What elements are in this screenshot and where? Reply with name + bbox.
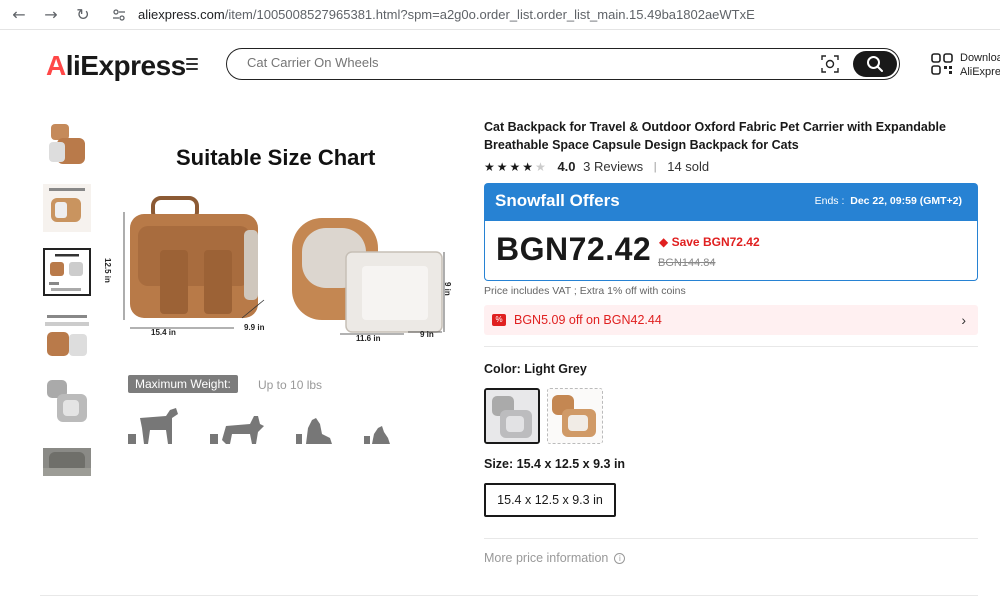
coupon-row[interactable]: % BGN5.09 off on BGN42.44 › <box>484 305 978 335</box>
thumbnail-backpack-image <box>49 124 85 164</box>
qr-code-icon[interactable] <box>931 53 953 75</box>
search-icon <box>867 56 883 72</box>
thumbnail-lifestyle-image <box>43 448 91 476</box>
offer-ends-value: Dec 22, 09:59 (GMT+2) <box>850 195 962 207</box>
thumbnail-4[interactable] <box>43 312 91 360</box>
vat-note: Price includes VAT ; Extra 1% off with c… <box>484 285 686 297</box>
download-line1: Download <box>960 52 1000 64</box>
browser-toolbar: ← → ↻ aliexpress.com/item/10050085279653… <box>0 0 1000 30</box>
cat-sitting-icon <box>306 418 332 444</box>
offer-ends-label: Ends : <box>814 195 845 207</box>
back-arrow-icon[interactable]: ← <box>8 4 30 26</box>
star-rating: ★ ★ ★ ★ ★ <box>484 159 548 174</box>
divider <box>40 595 978 596</box>
image-search-icon[interactable] <box>821 55 839 73</box>
rating-row: ★ ★ ★ ★ ★ 4.0 3 Reviews | 14 sold <box>484 158 709 176</box>
save-amount: Save BGN72.42 <box>671 235 760 249</box>
search-input[interactable] <box>247 55 747 70</box>
dimension-height-label: 12.5 in <box>103 258 112 283</box>
brown-backpack-swatch-image <box>548 389 602 443</box>
dimension-depth2-label: 9 in <box>420 330 434 339</box>
hamburger-menu-icon[interactable] <box>186 58 198 70</box>
grey-backpack-swatch-image <box>486 390 538 442</box>
star-filled-icon: ★ <box>484 160 495 175</box>
offer-ends: Ends : Dec 22, 09:59 (GMT+2) <box>815 195 962 207</box>
coupon-text: BGN5.09 off on BGN42.44 <box>514 313 662 327</box>
color-swatch-light-grey[interactable] <box>484 388 540 444</box>
star-filled-icon: ★ <box>509 160 521 175</box>
thumbnail-size-chart-image <box>45 250 89 294</box>
max-weight-label: Maximum Weight: <box>128 375 238 393</box>
thumbnail-features-image <box>43 184 91 232</box>
address-bar[interactable]: aliexpress.com/item/1005008527965381.htm… <box>138 7 755 22</box>
thumbnail-ventilation-image <box>43 312 91 360</box>
divider <box>484 538 978 539</box>
more-price-info-link[interactable]: More price information i <box>484 551 626 565</box>
current-price: BGN72.42 <box>496 231 652 267</box>
separator: | <box>653 160 657 173</box>
site-settings-icon[interactable] <box>112 8 126 22</box>
size-chart-title: Suitable Size Chart <box>176 145 376 170</box>
thumbnail-1[interactable] <box>43 120 91 168</box>
divider <box>484 346 978 347</box>
thumbnail-6[interactable] <box>43 448 91 476</box>
dog-icon <box>140 408 178 444</box>
reload-icon[interactable]: ↻ <box>72 4 94 26</box>
more-price-info-text: More price information <box>484 551 609 565</box>
dimension-width-label: 15.4 in <box>151 328 176 337</box>
reviews-link[interactable]: 3 Reviews <box>583 159 643 174</box>
color-swatch-brown[interactable] <box>547 388 603 444</box>
download-line2: AliExpre <box>960 66 1000 78</box>
url-path: /item/1005008527965381.html?spm=a2g0o.or… <box>224 7 755 22</box>
size-option-button[interactable]: 15.4 x 12.5 x 9.3 in <box>484 483 616 517</box>
dimension-depth-label: 9.9 in <box>244 323 265 332</box>
kitten-icon <box>372 426 390 444</box>
info-icon: i <box>614 553 626 564</box>
search-button[interactable] <box>853 51 897 77</box>
offer-banner: Snowfall Offers Ends : Dec 22, 09:59 (GM… <box>484 183 978 221</box>
rating-value: 4.0 <box>557 159 576 175</box>
coupon-icon: % <box>492 314 506 326</box>
price-box: BGN72.42 ◆ Save BGN72.42 BGN144.84 <box>484 221 978 281</box>
search-bar <box>226 48 900 80</box>
download-app-link[interactable]: Download AliExpre <box>960 51 1000 79</box>
thumbnail-2[interactable] <box>43 184 91 232</box>
pet-size-icons <box>128 408 390 444</box>
star-empty-icon: ★ <box>535 160 546 175</box>
product-title: Cat Backpack for Travel & Outdoor Oxford… <box>484 120 946 152</box>
save-badge: ◆ Save BGN72.42 <box>659 235 760 249</box>
dimension-width2-label: 11.6 in <box>356 334 381 343</box>
star-filled-icon: ★ <box>522 160 534 175</box>
logo-prefix: A <box>46 50 66 81</box>
thumbnail-grey-backpack-image <box>47 380 87 422</box>
star-filled-icon: ★ <box>496 160 508 175</box>
url-host: aliexpress.com <box>138 7 225 22</box>
color-label: Color: Light Grey <box>484 362 587 376</box>
aliexpress-logo[interactable]: AliExpress <box>46 50 186 82</box>
cat-icon <box>222 416 264 444</box>
offer-title: Snowfall Offers <box>495 191 620 210</box>
logo-text: liExpress <box>65 50 187 81</box>
forward-arrow-icon[interactable]: → <box>40 4 62 26</box>
thumbnail-3-selected[interactable] <box>43 248 91 296</box>
thumbnail-5[interactable] <box>43 376 91 424</box>
sold-count: 14 sold <box>667 159 710 175</box>
original-price: BGN144.84 <box>658 257 716 269</box>
max-weight-value: Up to 10 lbs <box>258 378 323 392</box>
discount-tag-icon: ◆ <box>659 235 669 249</box>
chevron-right-icon: › <box>961 312 966 328</box>
size-label: Size: 15.4 x 12.5 x 9.3 in <box>484 457 626 471</box>
dimension-height2-label: 9 in <box>443 282 452 296</box>
